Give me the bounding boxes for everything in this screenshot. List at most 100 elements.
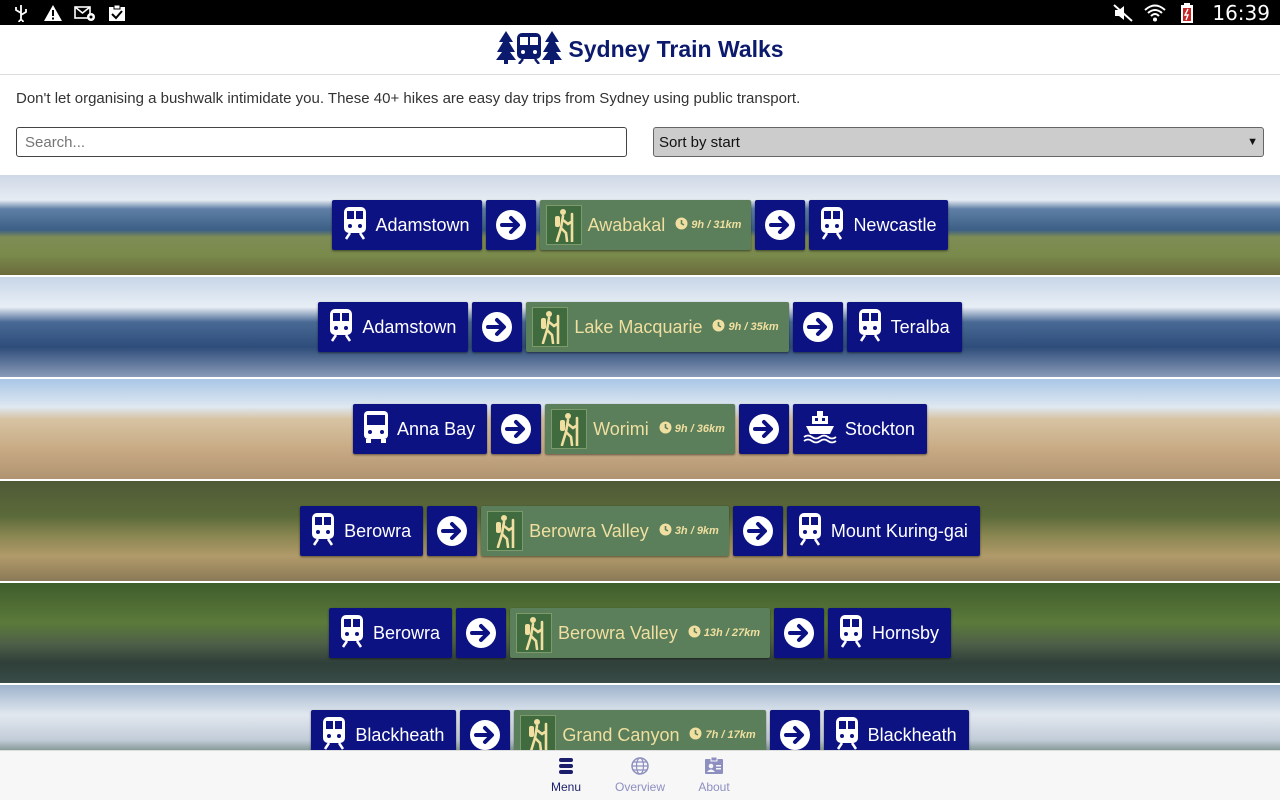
sort-select[interactable]: Sort by start ▼ xyxy=(653,127,1264,157)
arrow-right-icon xyxy=(460,710,511,750)
walk-chip[interactable]: Berowra Valley 13h / 27km xyxy=(510,608,770,658)
arrow-right-icon xyxy=(738,404,789,454)
start-station-label: Berowra xyxy=(372,622,440,643)
train-icon xyxy=(339,614,365,653)
sort-select-value: Sort by start xyxy=(659,133,740,151)
train-icon xyxy=(857,308,883,347)
walk-row[interactable]: Adamstown Awabakal 9h / 31km Newcastle xyxy=(0,175,1280,275)
arrow-right-icon xyxy=(769,710,820,750)
end-station-chip[interactable]: Teralba xyxy=(846,302,962,352)
clock-icon xyxy=(712,319,725,335)
walk-row[interactable]: Anna Bay Worimi 9h / 36km Stockton xyxy=(0,379,1280,479)
battery-icon xyxy=(1176,2,1198,23)
walk-duration-label: 9h / 31km xyxy=(691,219,742,231)
walk-row[interactable]: Adamstown Lake Macquarie 9h / 35km Teralba xyxy=(0,277,1280,377)
end-station-chip[interactable]: Stockton xyxy=(792,404,927,454)
usb-icon xyxy=(10,4,32,22)
clock: 16:39 xyxy=(1212,0,1270,25)
search-input[interactable] xyxy=(16,127,627,157)
arrow-right-icon xyxy=(755,200,806,250)
walk-duration-label: 3h / 9km xyxy=(674,525,719,537)
bottom-nav: Menu Overview About xyxy=(0,750,1280,800)
walk-duration: 9h / 35km xyxy=(712,319,779,335)
clock-icon xyxy=(659,523,672,539)
end-station-label: Stockton xyxy=(844,418,915,439)
walk-name: Worimi xyxy=(593,418,649,439)
start-station-chip[interactable]: Berowra xyxy=(300,506,424,556)
mail-settings-icon xyxy=(74,4,96,22)
walk-row[interactable]: Berowra Berowra Valley 3h / 9km Mount Kurin… xyxy=(0,481,1280,581)
end-station-label: Teralba xyxy=(890,316,950,337)
arrow-right-icon xyxy=(491,404,542,454)
start-station-label: Anna Bay xyxy=(397,418,476,439)
nav-menu[interactable]: Menu xyxy=(540,751,592,800)
hiker-icon xyxy=(487,511,524,551)
arrow-right-icon xyxy=(427,506,478,556)
walk-duration: 13h / 27km xyxy=(688,625,760,641)
walk-chip[interactable]: Grand Canyon 7h / 17km xyxy=(514,710,766,750)
end-station-label: Hornsby xyxy=(871,622,940,643)
arrow-right-icon xyxy=(472,302,523,352)
wifi-icon xyxy=(1144,4,1167,22)
walk-chip[interactable]: Awabakal 9h / 31km xyxy=(539,200,752,250)
walk-row[interactable]: Berowra Berowra Valley 13h / 27km Hornsby xyxy=(0,583,1280,683)
hiker-icon xyxy=(516,613,552,653)
clock-icon xyxy=(675,217,688,233)
train-icon xyxy=(321,716,347,751)
hiker-icon xyxy=(545,205,582,245)
ferry-icon xyxy=(803,410,837,449)
arrow-right-icon xyxy=(456,608,506,658)
nav-about[interactable]: About xyxy=(688,751,740,800)
walk-duration: 3h / 9km xyxy=(659,523,719,539)
clock-icon xyxy=(659,421,672,437)
start-station-label: Adamstown xyxy=(362,316,457,337)
hiker-icon xyxy=(551,409,588,449)
train-icon xyxy=(834,716,860,751)
start-station-label: Blackheath xyxy=(355,724,445,745)
walk-list: Adamstown Awabakal 9h / 31km Newcastle Adams… xyxy=(0,175,1280,750)
walk-name: Berowra Valley xyxy=(558,622,678,643)
walk-duration: 9h / 31km xyxy=(675,217,741,233)
walk-duration-label: 9h / 35km xyxy=(728,321,779,333)
start-station-chip[interactable]: Blackheath xyxy=(311,710,457,751)
start-station-label: Adamstown xyxy=(375,214,470,235)
arrow-right-icon xyxy=(732,506,783,556)
walk-duration: 7h / 17km xyxy=(689,727,756,743)
train-icon xyxy=(819,206,845,245)
walk-duration: 9h / 36km xyxy=(659,421,725,437)
end-station-label: Newcastle xyxy=(853,214,937,235)
contact-card-icon xyxy=(704,756,724,778)
clock-icon xyxy=(688,625,701,641)
bus-icon xyxy=(363,410,389,449)
hiker-icon xyxy=(532,307,569,347)
intro-text: Don't let organising a bushwalk intimida… xyxy=(16,90,801,107)
end-station-label: Blackheath xyxy=(867,724,957,745)
walk-chip[interactable]: Worimi 9h / 36km xyxy=(545,404,735,454)
start-station-chip[interactable]: Adamstown xyxy=(331,200,482,250)
globe-icon xyxy=(631,757,649,778)
start-station-chip[interactable]: Anna Bay xyxy=(353,404,488,454)
nav-menu-label: Menu xyxy=(550,780,582,794)
walk-row[interactable]: Blackheath Grand Canyon 7h / 17km Blackheat… xyxy=(0,685,1280,750)
arrow-right-icon xyxy=(792,302,843,352)
warning-icon xyxy=(42,4,64,22)
end-station-label: Mount Kuring-gai xyxy=(830,520,968,541)
end-station-chip[interactable]: Blackheath xyxy=(823,710,969,751)
status-bar: 16:39 xyxy=(0,0,1280,25)
caret-down-icon: ▼ xyxy=(1247,136,1258,148)
walk-duration-label: 13h / 27km xyxy=(703,627,760,639)
start-station-chip[interactable]: Berowra xyxy=(328,608,452,658)
walk-chip[interactable]: Berowra Valley 3h / 9km xyxy=(481,506,729,556)
end-station-chip[interactable]: Newcastle xyxy=(809,200,949,250)
walk-chip[interactable]: Lake Macquarie 9h / 35km xyxy=(526,302,789,352)
end-station-chip[interactable]: Hornsby xyxy=(827,608,952,658)
end-station-chip[interactable]: Mount Kuring-gai xyxy=(786,506,980,556)
train-icon xyxy=(310,512,336,551)
start-station-chip[interactable]: Adamstown xyxy=(318,302,469,352)
app-header: Sydney Train Walks xyxy=(0,25,1280,75)
logo-icon xyxy=(496,30,563,69)
nav-overview[interactable]: Overview xyxy=(614,751,666,800)
train-icon xyxy=(838,614,864,653)
train-icon xyxy=(797,512,823,551)
menu-icon xyxy=(557,757,575,778)
